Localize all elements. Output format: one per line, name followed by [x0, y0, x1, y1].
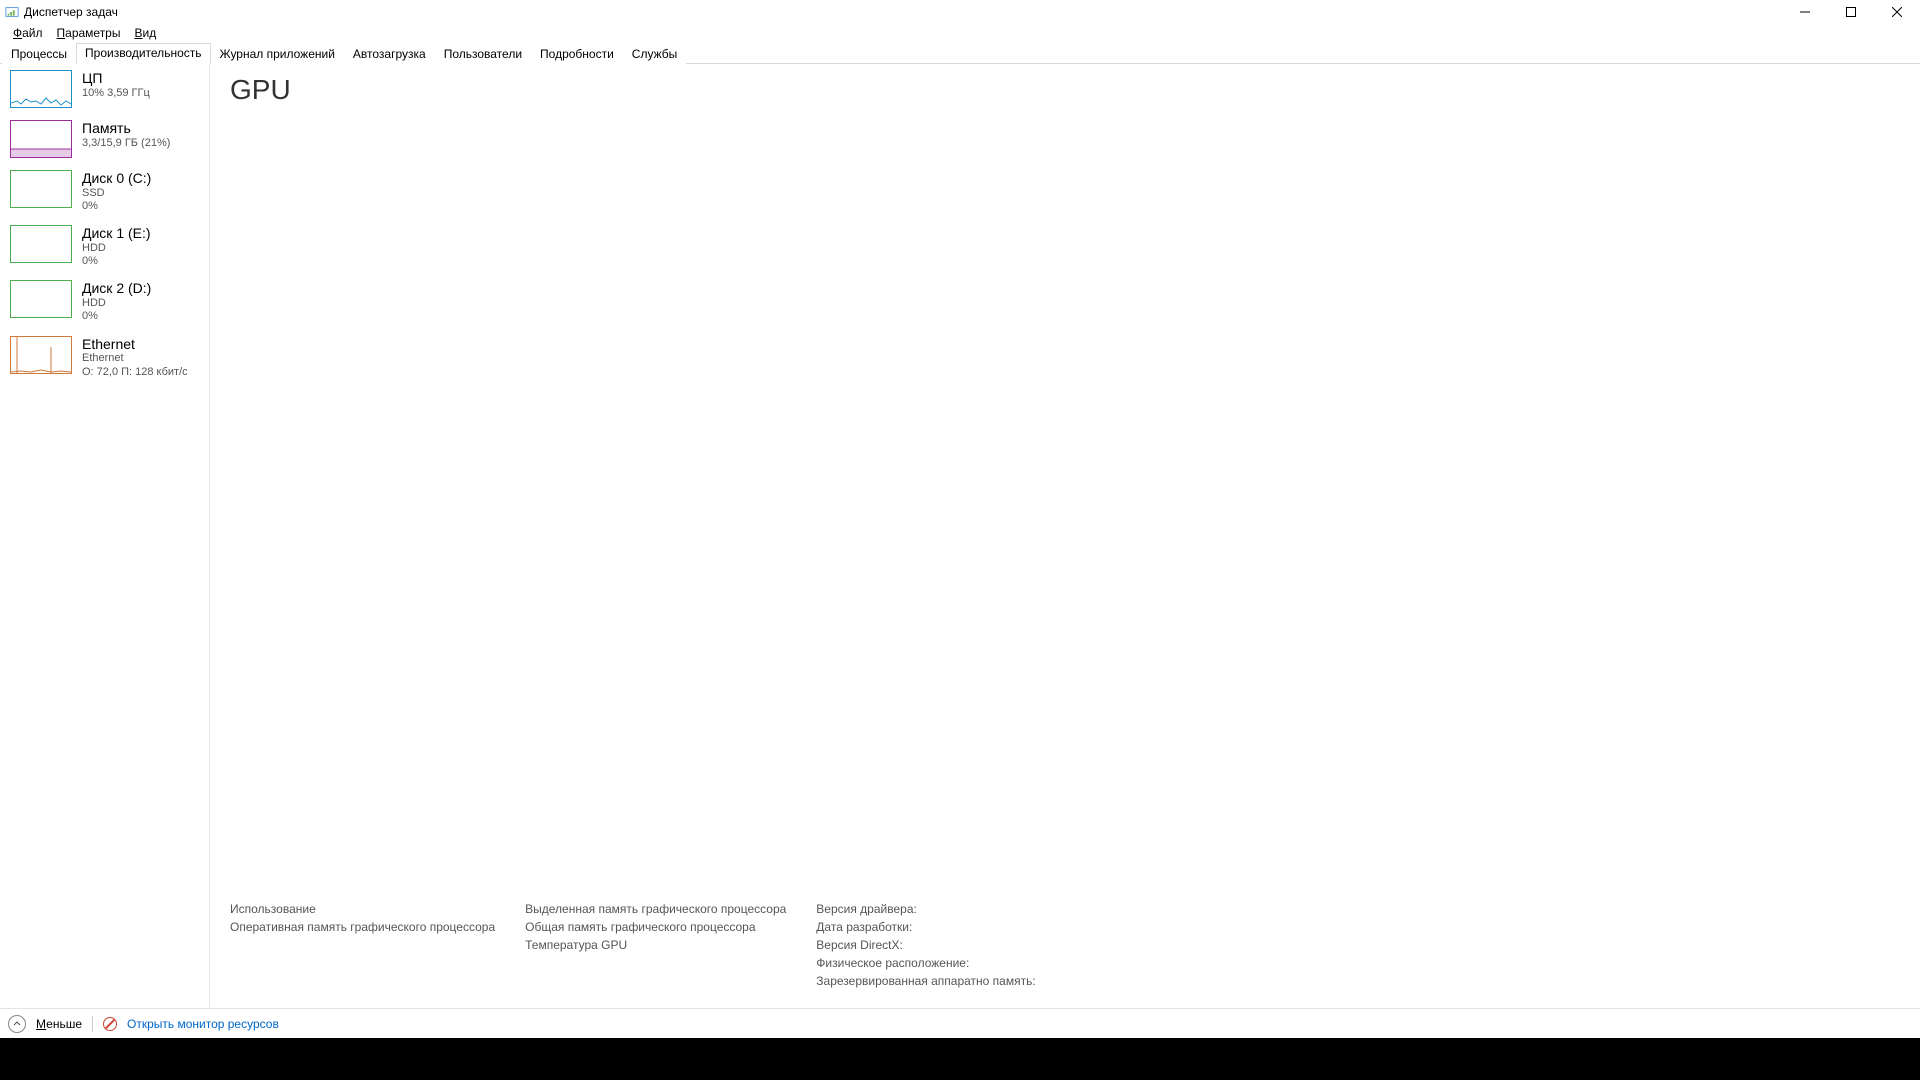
performance-sidebar: ЦП 10% 3,59 ГГц Память 3,3/15,9 ГБ (21%): [0, 64, 210, 1008]
tab-processes[interactable]: Процессы: [2, 44, 76, 64]
sidebar-item-disk0[interactable]: Диск 0 (C:) SSD 0%: [10, 170, 205, 213]
disk-thumb: [10, 170, 72, 208]
sidebar-item-label: Диск 1 (E:): [82, 225, 151, 242]
main-pane: GPU Использование Оперативная память гра…: [210, 64, 1920, 1008]
tab-performance[interactable]: Производительность: [76, 43, 210, 64]
sidebar-item-sub2: 0%: [82, 310, 151, 323]
tab-services[interactable]: Службы: [623, 44, 686, 64]
sidebar-item-label: ЦП: [82, 70, 150, 87]
gpu-graph-area: [230, 106, 1920, 902]
sidebar-item-sub2: 0%: [82, 200, 151, 213]
close-button[interactable]: [1874, 0, 1920, 23]
detail-label: Температура GPU: [525, 938, 786, 952]
detail-label: Выделенная память графического процессор…: [525, 902, 786, 916]
sidebar-item-ethernet[interactable]: Ethernet Ethernet О: 72,0 П: 128 кбит/с: [10, 336, 205, 379]
taskbar[interactable]: [0, 1038, 1920, 1080]
sidebar-item-sub: HDD: [82, 297, 151, 310]
resource-monitor-icon: [103, 1017, 117, 1031]
cpu-thumb: [10, 70, 72, 108]
memory-thumb: [10, 120, 72, 158]
ethernet-thumb: [10, 336, 72, 374]
window-title: Диспетчер задач: [24, 5, 118, 19]
tab-app-history[interactable]: Журнал приложений: [211, 44, 344, 64]
menu-options[interactable]: Параметры: [50, 25, 128, 41]
detail-label: Версия драйвера:: [816, 902, 1035, 916]
detail-label: Физическое расположение:: [816, 956, 1035, 970]
fewer-details-button[interactable]: Меньше: [36, 1017, 82, 1031]
minimize-button[interactable]: [1782, 0, 1828, 23]
open-resource-monitor-link[interactable]: Открыть монитор ресурсов: [127, 1017, 279, 1031]
page-title: GPU: [230, 74, 1920, 106]
sidebar-item-sub: HDD: [82, 242, 151, 255]
detail-label: Зарезервированная аппаратно память:: [816, 974, 1035, 988]
sidebar-item-label: Диск 0 (C:): [82, 170, 151, 187]
sidebar-item-label: Диск 2 (D:): [82, 280, 151, 297]
sidebar-item-sub: SSD: [82, 187, 151, 200]
sidebar-item-sub: Ethernet: [82, 352, 188, 365]
sidebar-item-sub: 3,3/15,9 ГБ (21%): [82, 137, 170, 150]
menu-file[interactable]: Файл: [6, 25, 50, 41]
menubar: Файл Параметры Вид: [0, 23, 1920, 42]
detail-label: Использование: [230, 902, 495, 916]
sidebar-item-sub: 10% 3,59 ГГц: [82, 87, 150, 100]
detail-label: Общая память графического процессора: [525, 920, 786, 934]
sidebar-item-label: Память: [82, 120, 170, 137]
collapse-icon[interactable]: [8, 1015, 26, 1033]
maximize-button[interactable]: [1828, 0, 1874, 23]
disk-thumb: [10, 280, 72, 318]
footer: Меньше Открыть монитор ресурсов: [0, 1008, 1920, 1038]
sidebar-item-memory[interactable]: Память 3,3/15,9 ГБ (21%): [10, 120, 205, 158]
menu-view[interactable]: Вид: [127, 25, 163, 41]
tabstrip: Процессы Производительность Журнал прило…: [0, 42, 1920, 64]
tab-details[interactable]: Подробности: [531, 44, 623, 64]
divider: [92, 1016, 93, 1032]
sidebar-item-cpu[interactable]: ЦП 10% 3,59 ГГц: [10, 70, 205, 108]
titlebar: Диспетчер задач: [0, 0, 1920, 23]
sidebar-item-disk1[interactable]: Диск 1 (E:) HDD 0%: [10, 225, 205, 268]
sidebar-item-sub2: 0%: [82, 255, 151, 268]
gpu-details: Использование Оперативная память графиче…: [230, 902, 1920, 1008]
sidebar-item-sub2: О: 72,0 П: 128 кбит/с: [82, 366, 188, 379]
tab-startup[interactable]: Автозагрузка: [344, 44, 435, 64]
app-icon: [5, 5, 19, 19]
sidebar-item-disk2[interactable]: Диск 2 (D:) HDD 0%: [10, 280, 205, 323]
tab-users[interactable]: Пользователи: [435, 44, 531, 64]
sidebar-item-label: Ethernet: [82, 336, 188, 353]
disk-thumb: [10, 225, 72, 263]
detail-label: Версия DirectX:: [816, 938, 1035, 952]
detail-label: Оперативная память графического процессо…: [230, 920, 495, 934]
detail-label: Дата разработки:: [816, 920, 1035, 934]
